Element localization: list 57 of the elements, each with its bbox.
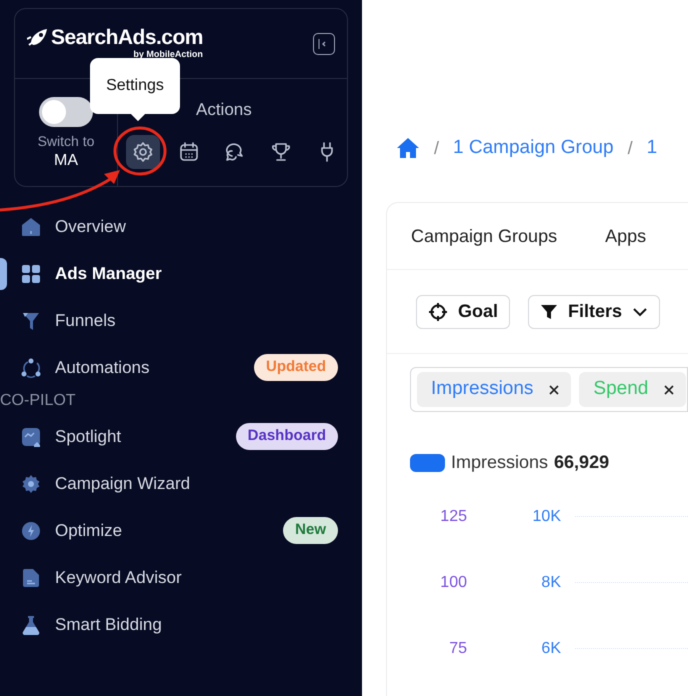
nav-item[interactable]: Ads Manager <box>55 260 162 286</box>
grid-icon <box>20 262 42 284</box>
chip-label: Spend <box>593 377 648 402</box>
axis-tick: 75 <box>448 638 467 658</box>
remove-icon[interactable] <box>549 384 560 394</box>
cycle-icon <box>20 356 42 378</box>
nav-item[interactable]: Optimize <box>55 518 122 544</box>
breadcrumb-link[interactable]: 1 <box>646 134 658 162</box>
nav-item[interactable]: Spotlight <box>55 424 122 450</box>
nav-item[interactable]: Keyword Advisor <box>55 564 182 590</box>
nav-badge: Dashboard <box>236 423 338 450</box>
cog-icon <box>20 472 42 494</box>
breadcrumb-separator: / <box>628 136 633 160</box>
axis-tick: 10K <box>532 506 561 526</box>
document-icon <box>20 566 42 588</box>
breadcrumb-separator: / <box>434 136 440 160</box>
section-label: CO-PILOT <box>0 391 77 411</box>
chart-window-icon <box>20 426 42 448</box>
nav-item[interactable]: Overview <box>55 214 126 240</box>
flask-icon <box>20 614 42 636</box>
logo-text: SearchAds.com <box>51 27 203 48</box>
legend-value: 66,929 <box>554 451 610 474</box>
tab[interactable]: Campaign Groups <box>411 222 558 250</box>
highlight-circle <box>114 126 166 176</box>
settings-icon <box>131 140 155 164</box>
home-icon[interactable] <box>396 137 420 159</box>
quick-action-button[interactable] <box>126 134 160 168</box>
legend-label: Impressions <box>451 451 548 474</box>
calendar-icon <box>177 140 201 164</box>
crosshair-icon <box>428 302 448 322</box>
remove-icon[interactable] <box>664 384 674 394</box>
section-title: Actions <box>196 99 253 121</box>
axis-tick: 125 <box>439 506 467 526</box>
tab[interactable]: Apps <box>605 222 646 250</box>
filters-button[interactable]: Filters <box>528 294 660 328</box>
funnel-icon <box>540 302 558 320</box>
axis-tick: 100 <box>439 572 467 592</box>
axis-tick: 6K <box>540 638 561 658</box>
breadcrumb-link[interactable]: 1 Campaign Group <box>453 134 614 162</box>
nav-item[interactable]: Campaign Wizard <box>55 470 190 496</box>
tooltip-text: Settings <box>106 76 164 96</box>
nav-item[interactable]: Smart Bidding <box>55 612 162 638</box>
home-icon <box>20 216 42 238</box>
switch-label: Switch to <box>38 133 94 150</box>
nav-item[interactable]: Automations <box>55 354 150 380</box>
collapse-sidebar-button[interactable] <box>313 33 335 55</box>
lightning-icon <box>20 520 42 542</box>
chip-label: Impressions <box>431 377 534 402</box>
chevron-down-icon <box>632 306 648 316</box>
axis-tick: 8K <box>540 572 561 592</box>
nav-item[interactable]: Funnels <box>55 308 116 334</box>
nav-badge: New <box>283 517 338 544</box>
rocket-logo-icon <box>27 27 49 47</box>
goal-button[interactable]: Goal <box>416 294 510 328</box>
switch-target: MA <box>54 150 78 170</box>
nav-badge: Updated <box>254 354 338 381</box>
toggle-switch[interactable] <box>39 97 93 127</box>
